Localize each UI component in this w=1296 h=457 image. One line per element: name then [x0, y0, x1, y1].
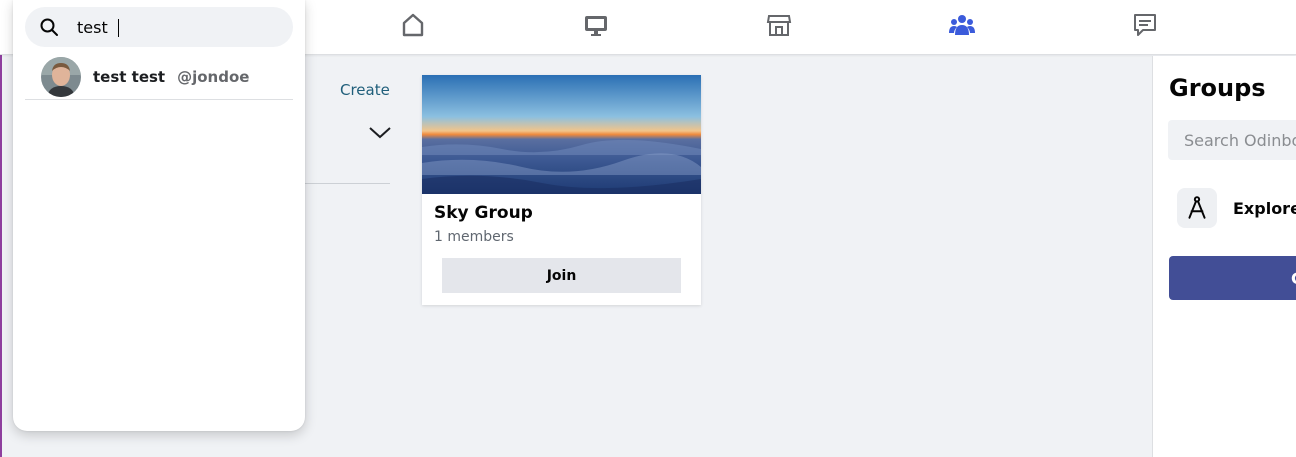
compass-icon	[1177, 188, 1217, 228]
group-member-count: 1 members	[434, 229, 514, 245]
home-icon[interactable]	[398, 10, 428, 40]
sidebar-item-label: Explore	[1233, 198, 1296, 218]
search-result-item[interactable]: test test @jondoe	[25, 54, 293, 100]
result-name: test test	[93, 67, 166, 86]
avatar	[41, 56, 81, 97]
group-cover-image	[422, 75, 701, 194]
create-link[interactable]: Create	[340, 81, 390, 99]
groups-sidebar: Groups Explore C	[1152, 56, 1296, 457]
search-input[interactable]	[77, 7, 277, 47]
sidebar-item-explore[interactable]: Explore	[1177, 188, 1296, 228]
groups-icon[interactable]	[947, 10, 977, 40]
feed-icon[interactable]	[1130, 10, 1160, 40]
watch-icon[interactable]	[581, 10, 611, 40]
window-edge	[0, 0, 2, 457]
group-name[interactable]: Sky Group	[434, 203, 533, 223]
search-icon	[40, 18, 58, 36]
marketplace-icon[interactable]	[764, 10, 794, 40]
sidebar-title: Groups	[1169, 74, 1266, 102]
create-group-button[interactable]: C	[1169, 256, 1296, 300]
join-button[interactable]: Join	[442, 258, 681, 293]
search-dropdown: test test @jondoe	[13, 0, 305, 431]
group-card[interactable]: Sky Group 1 members Join	[422, 75, 701, 305]
divider	[305, 183, 390, 184]
text-caret	[118, 19, 119, 37]
groups-search-input[interactable]	[1168, 120, 1296, 160]
search-box[interactable]	[25, 7, 293, 47]
result-handle: @jondoe	[177, 67, 250, 86]
chevron-down-icon[interactable]	[366, 122, 394, 144]
